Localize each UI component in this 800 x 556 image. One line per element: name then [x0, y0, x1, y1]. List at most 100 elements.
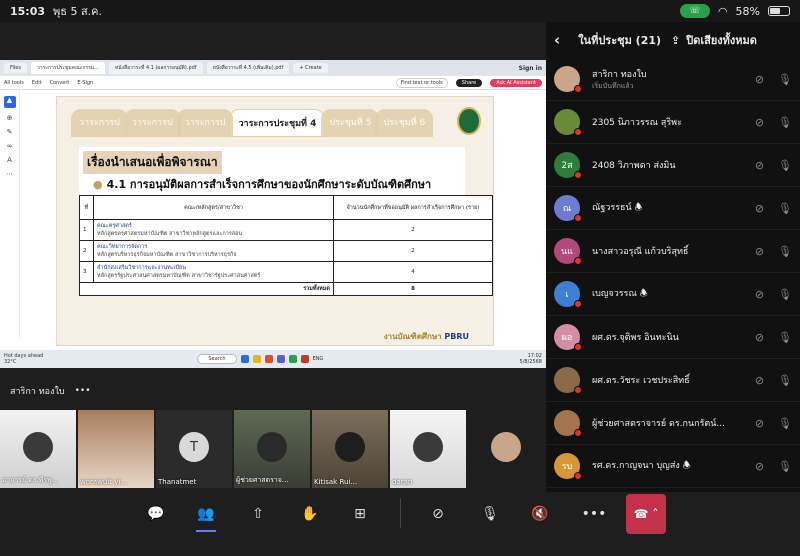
app-icon[interactable] — [240, 355, 249, 363]
slide-title: เรื่องนำเสนอเพื่อพิจารณา — [83, 151, 222, 174]
slide-subtitle: ● 4.1 การอนุมัติผลการสำเร็จการศึกษาของนัก… — [93, 178, 432, 191]
camera-off-icon[interactable]: ⊘ — [755, 460, 764, 473]
phone-icon[interactable]: ☏ — [679, 4, 710, 18]
camera-off-icon[interactable]: ⊘ — [426, 502, 450, 526]
participant-row[interactable]: ณ ณัฐวรรธน์ 🕭 ⊘ 🎙 — [546, 187, 800, 230]
browser-tab[interactable]: หนังสือวาระที่ 4.5 (เพิ่มเติม).pdf — [206, 62, 290, 74]
participant-row[interactable]: สาริกา ทองใบ เริ่มบันทึกแล้ว ⊘ 🎙 — [546, 58, 800, 101]
mic-off-icon[interactable]: 🎙 — [778, 460, 792, 473]
windows-taskbar: Hot days ahead 32°C Search ENG 17:02 5/8/2… — [0, 350, 546, 368]
participant-row[interactable]: 2305 นิภาวรรณ สุริพะ ⊘ 🎙 — [546, 101, 800, 144]
taskbar-search[interactable]: Search — [197, 354, 237, 364]
zoom-icon[interactable]: ⊕ — [7, 114, 13, 122]
cursor-icon[interactable]: ▲ — [3, 96, 16, 108]
mic-off-icon[interactable]: 🎙 — [778, 417, 792, 430]
pen-icon[interactable]: ✎ — [7, 128, 13, 136]
browser-tab[interactable]: Files — [4, 63, 27, 73]
toolbar-item[interactable]: Convert — [50, 80, 70, 86]
signin-link[interactable]: Sign in — [519, 65, 542, 72]
camera-off-icon[interactable]: ⊘ — [755, 288, 764, 301]
initial-avatar: T — [179, 432, 209, 462]
find-input[interactable]: Find text or tools — [395, 77, 448, 88]
table-row: 1 คณะครุศาสตร์ หลักสูตรครุศาสตรมหาบัณฑิต … — [79, 219, 493, 241]
camera-off-icon[interactable]: ⊘ — [755, 116, 764, 129]
react-icon[interactable]: ✋ — [298, 502, 322, 526]
taskbar-apps — [240, 355, 309, 363]
app-icon[interactable] — [300, 355, 309, 363]
camera-off-icon[interactable]: ⊘ — [755, 245, 764, 258]
participant-video — [257, 432, 287, 462]
toolbar-item[interactable]: Edit — [32, 80, 42, 86]
video-tile-self[interactable] — [468, 410, 544, 488]
more-icon[interactable]: ••• — [582, 502, 607, 526]
taskbar-clock: 17:02 5/8/2568 — [519, 353, 542, 365]
tile-name: อาจารย์ ดร.พีรพู... — [2, 476, 59, 484]
participant-row[interactable]: 2ส 2408 วิภาพดา ส่งมิน ⊘ 🎙 — [546, 144, 800, 187]
status-dot — [574, 472, 582, 480]
camera-off-icon[interactable]: ⊘ — [755, 73, 764, 86]
browser-tab[interactable]: หนังสือวาระที่ 4.1 (ผลการอนุมัติ).pdf — [108, 62, 203, 74]
leave-icon: ☎ ˄ — [633, 507, 659, 521]
camera-off-icon[interactable]: ⊘ — [755, 331, 764, 344]
slide-tab: วาระการป — [123, 109, 181, 137]
camera-off-icon[interactable]: ⊘ — [755, 159, 764, 172]
share-icon[interactable]: ⇪ — [671, 34, 680, 47]
app-icon[interactable] — [252, 355, 261, 363]
mic-off-icon[interactable]: 🎙 — [778, 374, 792, 387]
text-icon[interactable]: A — [7, 156, 12, 164]
status-dot — [574, 386, 582, 394]
avatar: นแ — [554, 238, 582, 265]
mic-off-icon[interactable]: 🎙 — [778, 116, 792, 129]
participant-row[interactable]: ผู้ช่วยศาสตราจารย์ ดร.กนกรัตน์... ⊘ 🎙 — [546, 402, 800, 445]
loop-icon[interactable]: ∞ — [7, 142, 13, 150]
participant-name: ณัฐวรรธน์ 🕭 — [592, 203, 643, 213]
camera-off-icon[interactable]: ⊘ — [755, 374, 764, 387]
mic-off-icon[interactable]: 🎙 — [778, 202, 792, 215]
toolbar-item[interactable]: E-Sign — [77, 80, 93, 86]
mic-off-icon[interactable]: 🎙 — [778, 331, 792, 344]
camera-off-icon[interactable]: ⊘ — [755, 417, 764, 430]
participant-row[interactable]: เ เบญจวรรณ 🕭 ⊘ 🎙 — [546, 273, 800, 316]
presenter-more-button[interactable]: ••• — [75, 386, 91, 396]
participant-row[interactable]: นแ นางสาวอรุณี แก้วบริสุทธิ์ ⊘ 🎙 — [546, 230, 800, 273]
slide-tab: วาระการป — [71, 109, 128, 137]
video-tile[interactable]: worawuit yi... — [78, 410, 154, 488]
participant-row[interactable]: ผอ ผศ.ดร.จุติพร อินทะนิน ⊘ 🎙 — [546, 316, 800, 359]
video-tile[interactable]: daran — [390, 410, 466, 488]
participant-row[interactable]: รบ รศ.ดร.กาญจนา บุญส่ง 🕭 ⊘ 🎙 — [546, 445, 800, 488]
app-icon[interactable] — [276, 355, 285, 363]
browser-tab[interactable]: วาระการประชุมคณะกรรม... — [30, 62, 105, 74]
chat-icon[interactable]: 💬 — [144, 502, 168, 526]
toolbar-item[interactable]: All tools — [4, 80, 24, 86]
status-dot — [574, 343, 582, 351]
avatar — [554, 66, 582, 93]
mic-off-icon[interactable]: 🎙 — [778, 245, 792, 258]
weather-widget[interactable]: Hot days ahead 32°C — [4, 353, 43, 365]
camera-off-icon[interactable]: ⊘ — [755, 202, 764, 215]
speaker-off-icon[interactable]: 🔇 — [528, 502, 552, 526]
video-tile[interactable]: ผู้ช่วยศาสตราจ... — [234, 410, 310, 488]
video-tile[interactable]: อาจารย์ ดร.พีรพู... — [0, 410, 76, 488]
mute-all-button[interactable]: ปิดเสียงทั้งหมด — [686, 31, 757, 49]
leave-button[interactable]: ☎ ˄ — [626, 494, 666, 534]
ai-assistant-button[interactable]: Ask AI Assistant — [490, 78, 542, 87]
participant-row[interactable]: ผศ.ดร.วัชระ เวชประสิทธิ์ ⊘ 🎙 — [546, 359, 800, 402]
share-button[interactable]: Share — [455, 78, 483, 87]
app-icon[interactable] — [264, 355, 273, 363]
video-tile[interactable]: Kitisak Rui... — [312, 410, 388, 488]
mic-off-icon[interactable]: 🎙 — [478, 502, 502, 526]
app-icon[interactable] — [288, 355, 297, 363]
mic-off-icon[interactable]: 🎙 — [778, 159, 792, 172]
slide-tab: ประชุมที่ 5 — [321, 109, 380, 137]
avatar: ณ — [554, 195, 582, 222]
mic-off-icon[interactable]: 🎙 — [778, 73, 792, 86]
share-screen-icon[interactable]: ⇧ — [246, 502, 270, 526]
apps-icon[interactable]: ⊞ — [348, 502, 372, 526]
video-tile[interactable]: T Thanatmet — [156, 410, 232, 488]
back-chevron-icon[interactable]: ‹ — [554, 31, 560, 49]
more-tools-icon[interactable]: ⋯ — [6, 170, 13, 178]
avatar — [554, 109, 582, 136]
mic-off-icon[interactable]: 🎙 — [778, 288, 792, 301]
people-icon[interactable]: 👥 — [194, 502, 218, 532]
browser-tab-new[interactable]: + Create — [293, 63, 328, 73]
